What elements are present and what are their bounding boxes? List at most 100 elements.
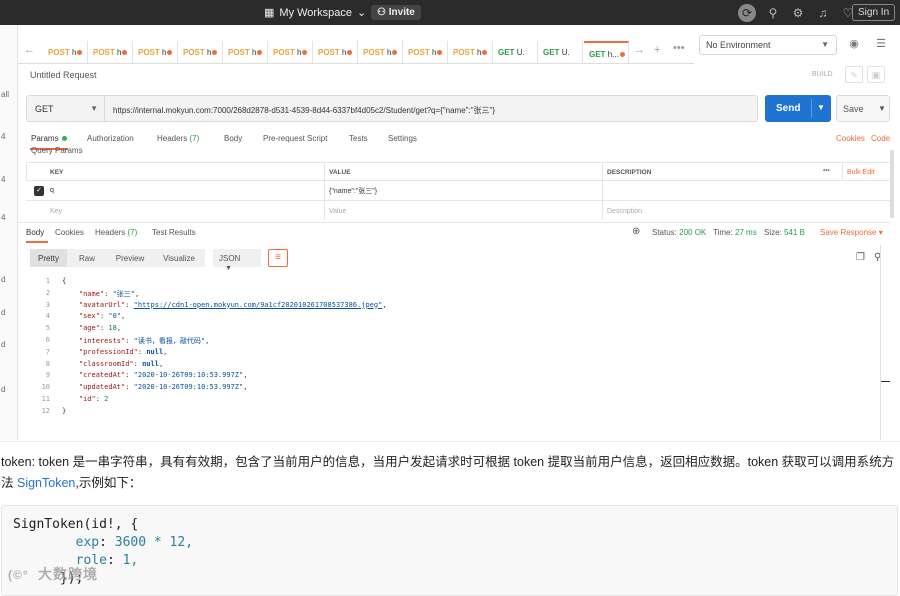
bell-icon[interactable]: ♫ [815,5,831,21]
tab-settings[interactable]: Settings [388,134,417,143]
document-section: token: token 是一串字符串，具有有效期，包含了当前用户的信息，当用户… [0,441,900,596]
invite-button[interactable]: ⚇ Invite [371,5,421,20]
scrollbar[interactable] [890,150,894,218]
unsaved-dot-icon [167,50,173,55]
caret-down-icon: ▼ [821,40,829,49]
method-select[interactable]: GET ▼ [26,95,104,122]
save-button[interactable]: Save ▼ [836,95,890,122]
sidebar-fragment: 4 [1,132,6,141]
request-tab[interactable]: POST h [133,41,178,63]
description-placeholder[interactable]: Description [602,201,890,220]
more-icon[interactable]: ••• [673,42,685,54]
request-title: Untitled Request [30,70,97,80]
eye-icon[interactable]: ◉ [845,37,863,53]
tab-name: h [117,48,122,57]
send-button[interactable]: Send ▼ [765,95,831,122]
view-visualize[interactable]: Visualize [153,249,205,267]
wrap-lines-icon[interactable]: ≡ [268,249,288,267]
request-tab[interactable]: POST h [223,41,268,63]
value-placeholder[interactable]: Value [324,201,602,220]
tab-count: (7) [127,228,138,237]
code-link[interactable]: Code [871,134,890,143]
tab-method: POST [93,48,115,57]
sign-in-button[interactable]: Sign In [852,4,896,21]
size-value: 541 B [784,228,805,237]
param-key[interactable]: q [46,181,324,200]
tab-authorization[interactable]: Authorization [87,134,134,143]
sync-icon[interactable]: ⟳ [738,4,756,22]
tab-response-body[interactable]: Body [26,228,44,237]
param-value[interactable]: {"name":"张三"} [324,181,602,200]
view-raw[interactable]: Raw [67,249,107,267]
caret-down-icon: ▼ [90,104,98,113]
format-select[interactable]: JSON ▼ [213,249,261,272]
request-tab[interactable]: POST h [268,41,313,63]
sidebar-fragment: d [1,385,6,394]
caret-down-icon[interactable]: ▼ [817,103,825,112]
tab-prerequest-script[interactable]: Pre-request Script [263,134,327,143]
tab-method: GET [589,50,606,59]
line-number: 3 [45,300,50,309]
status-value: 200 OK [679,228,707,237]
save-response-button[interactable]: Save Response ▾ [820,228,883,237]
param-description[interactable] [602,181,890,200]
arrow-right-icon[interactable]: → [634,44,645,56]
tab-params[interactable]: Params [31,134,67,143]
url-input[interactable]: https://internal.mokyun.com:7000/268d287… [104,95,758,122]
tab-name: U. [561,48,570,57]
watermark-logo-icon: (©° [8,568,29,582]
tab-headers[interactable]: Headers (7) [157,134,199,143]
more-icon[interactable]: ••• [819,163,839,180]
request-tab[interactable]: POST h [448,41,493,63]
docs-icon[interactable]: ▣ [867,66,885,83]
cookies-link[interactable]: Cookies [836,134,865,143]
request-tab[interactable]: POST h [43,41,88,63]
plus-icon[interactable]: + [654,44,660,56]
unsaved-dot-icon [437,50,443,55]
view-pretty[interactable]: Pretty [30,249,67,267]
signtoken-link[interactable]: SignToken [17,476,75,490]
sliders-icon[interactable]: ☰ [872,37,890,53]
json-value: "2020-10-26T09:10:53.997Z" [133,371,244,380]
tab-method: POST [48,48,70,57]
caret-down-icon[interactable]: ▼ [878,104,886,113]
tab-label: Headers [157,134,188,143]
workspace-switcher[interactable]: ▦ My Workspace ⌄ [264,6,366,20]
bulk-edit-link[interactable]: Bulk Edit [842,163,890,180]
arrow-left-icon[interactable]: ← [24,44,35,56]
request-tab[interactable]: GET U. [538,41,583,63]
environment-select[interactable]: No Environment ▼ [699,35,837,55]
copy-icon[interactable]: ❐ [856,252,865,263]
request-tab[interactable]: GET h... [584,41,629,63]
send-label: Send [776,103,801,114]
tab-response-headers[interactable]: Headers (7) [95,228,137,237]
sidebar-collapsed: all 4 4 4 d d d d [0,25,18,440]
code-line: "createdAt": "2020-10-26T09:10:53.997Z", [78,371,248,380]
request-tab[interactable]: POST h [358,41,403,63]
tab-tests[interactable]: Tests [349,134,368,143]
unsaved-dot-icon [212,50,218,55]
json-value[interactable]: "https://cdn1-open.mokyun.com/9a1cf20201… [134,301,383,309]
request-tab[interactable]: POST h [88,41,133,63]
params-table: KEY VALUE DESCRIPTION ••• Bulk Edit ✓ q … [26,162,890,220]
request-tab[interactable]: GET U. [493,41,538,63]
edit-icon[interactable]: ✎ [845,66,863,83]
tab-test-results[interactable]: Test Results [152,228,196,237]
satellite-icon[interactable]: ⚲ [765,5,781,21]
request-tab[interactable]: POST h [403,41,448,63]
request-tab[interactable]: POST h [313,41,358,63]
request-tab[interactable]: POST h [178,41,223,63]
view-preview[interactable]: Preview [107,249,153,267]
response-tabs: Body Cookies Headers (7) Test Results ⊕ … [18,222,890,243]
tab-body[interactable]: Body [224,134,242,143]
unsaved-dot-icon [347,50,353,55]
paragraph-text: ,示例如下： [75,476,142,490]
json-key: "avatarUrl" [78,300,126,309]
json-value: "张三" [112,289,136,298]
tab-response-cookies[interactable]: Cookies [55,228,84,237]
globe-icon[interactable]: ⊕ [632,226,640,237]
gear-icon[interactable]: ⚙ [790,5,806,21]
checkbox-checked[interactable]: ✓ [34,186,44,196]
code-line: "professionId": null, [78,347,168,356]
key-placeholder[interactable]: Key [46,201,324,220]
